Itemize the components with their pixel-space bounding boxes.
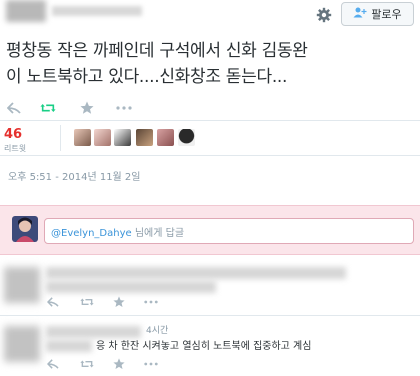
tweet-actions <box>6 98 206 118</box>
retweet-icon[interactable] <box>80 295 94 309</box>
reply-time[interactable]: 4시간 <box>146 323 168 336</box>
retweeter-avatar[interactable] <box>136 129 153 146</box>
reply-mention: @Evelyn_Dahye <box>51 228 132 239</box>
stats-divider-bottom <box>0 155 420 156</box>
reply-text-blurred <box>46 281 216 293</box>
reply-input[interactable]: @Evelyn_Dahye 님에게 답글 <box>44 218 414 244</box>
follow-label: 팔로우 <box>371 8 402 21</box>
author-avatar[interactable] <box>6 0 46 22</box>
tweet-stats: 46 리트윗 <box>0 121 420 155</box>
retweet-icon[interactable] <box>80 357 94 371</box>
follow-person-plus-icon <box>353 7 367 21</box>
favorite-star-icon[interactable] <box>112 357 126 371</box>
reply-author-name <box>46 267 346 279</box>
tweet-card: 팔로우 평창동 작은 까페인데 구석에서 신화 김동완 이 노트북하고 있다..… <box>0 0 420 205</box>
retweet-icon[interactable] <box>40 100 56 116</box>
current-user-avatar <box>12 216 38 242</box>
retweet-count-label: 리트윗 <box>4 144 27 153</box>
retweet-count[interactable]: 46 <box>4 127 22 142</box>
reply-author-avatar[interactable] <box>4 326 40 362</box>
follow-button[interactable]: 팔로우 <box>341 2 414 26</box>
tweet-text-line-1: 평창동 작은 까페인데 구석에서 신화 김동완 <box>6 41 308 61</box>
retweeter-avatar[interactable] <box>114 129 131 146</box>
gear-icon[interactable] <box>313 4 335 26</box>
tweet-timestamp[interactable]: 오후 5:51 - 2014년 11월 2일 <box>8 168 141 183</box>
stats-separator <box>60 125 61 151</box>
retweeter-avatar[interactable] <box>94 129 111 146</box>
more-dots-icon[interactable] <box>144 295 158 309</box>
more-dots-icon[interactable] <box>116 100 132 116</box>
retweeter-avatar[interactable] <box>157 129 174 146</box>
reply-mention-blurred <box>46 340 92 352</box>
retweeter-avatar[interactable] <box>178 129 195 146</box>
reply-author-avatar[interactable] <box>4 267 40 303</box>
reply-icon[interactable] <box>46 295 60 309</box>
reply-bar: @Evelyn_Dahye 님에게 답글 <box>0 205 420 255</box>
reply-tweet[interactable]: 4시간 응 차 한잔 시켜놓고 열심히 노트북에 집중하고 계심 <box>0 316 420 376</box>
tweet-text: 평창동 작은 까페인데 구석에서 신화 김동완 이 노트북하고 있다....신화… <box>6 38 416 90</box>
reply-text: 응 차 한잔 시켜놓고 열심히 노트북에 집중하고 계심 <box>96 341 312 352</box>
retweeter-avatar[interactable] <box>74 129 91 146</box>
reply-tweet[interactable] <box>0 255 420 315</box>
author-name[interactable] <box>52 6 142 16</box>
favorite-star-icon[interactable] <box>79 100 95 116</box>
reply-icon[interactable] <box>46 357 60 371</box>
reply-icon[interactable] <box>6 100 22 116</box>
favorite-star-icon[interactable] <box>112 295 126 309</box>
more-dots-icon[interactable] <box>144 357 158 371</box>
tweet-text-line-2: 이 노트북하고 있다....신화창조 돋는다... <box>6 67 288 87</box>
reply-placeholder-suffix: 님에게 답글 <box>131 228 185 239</box>
